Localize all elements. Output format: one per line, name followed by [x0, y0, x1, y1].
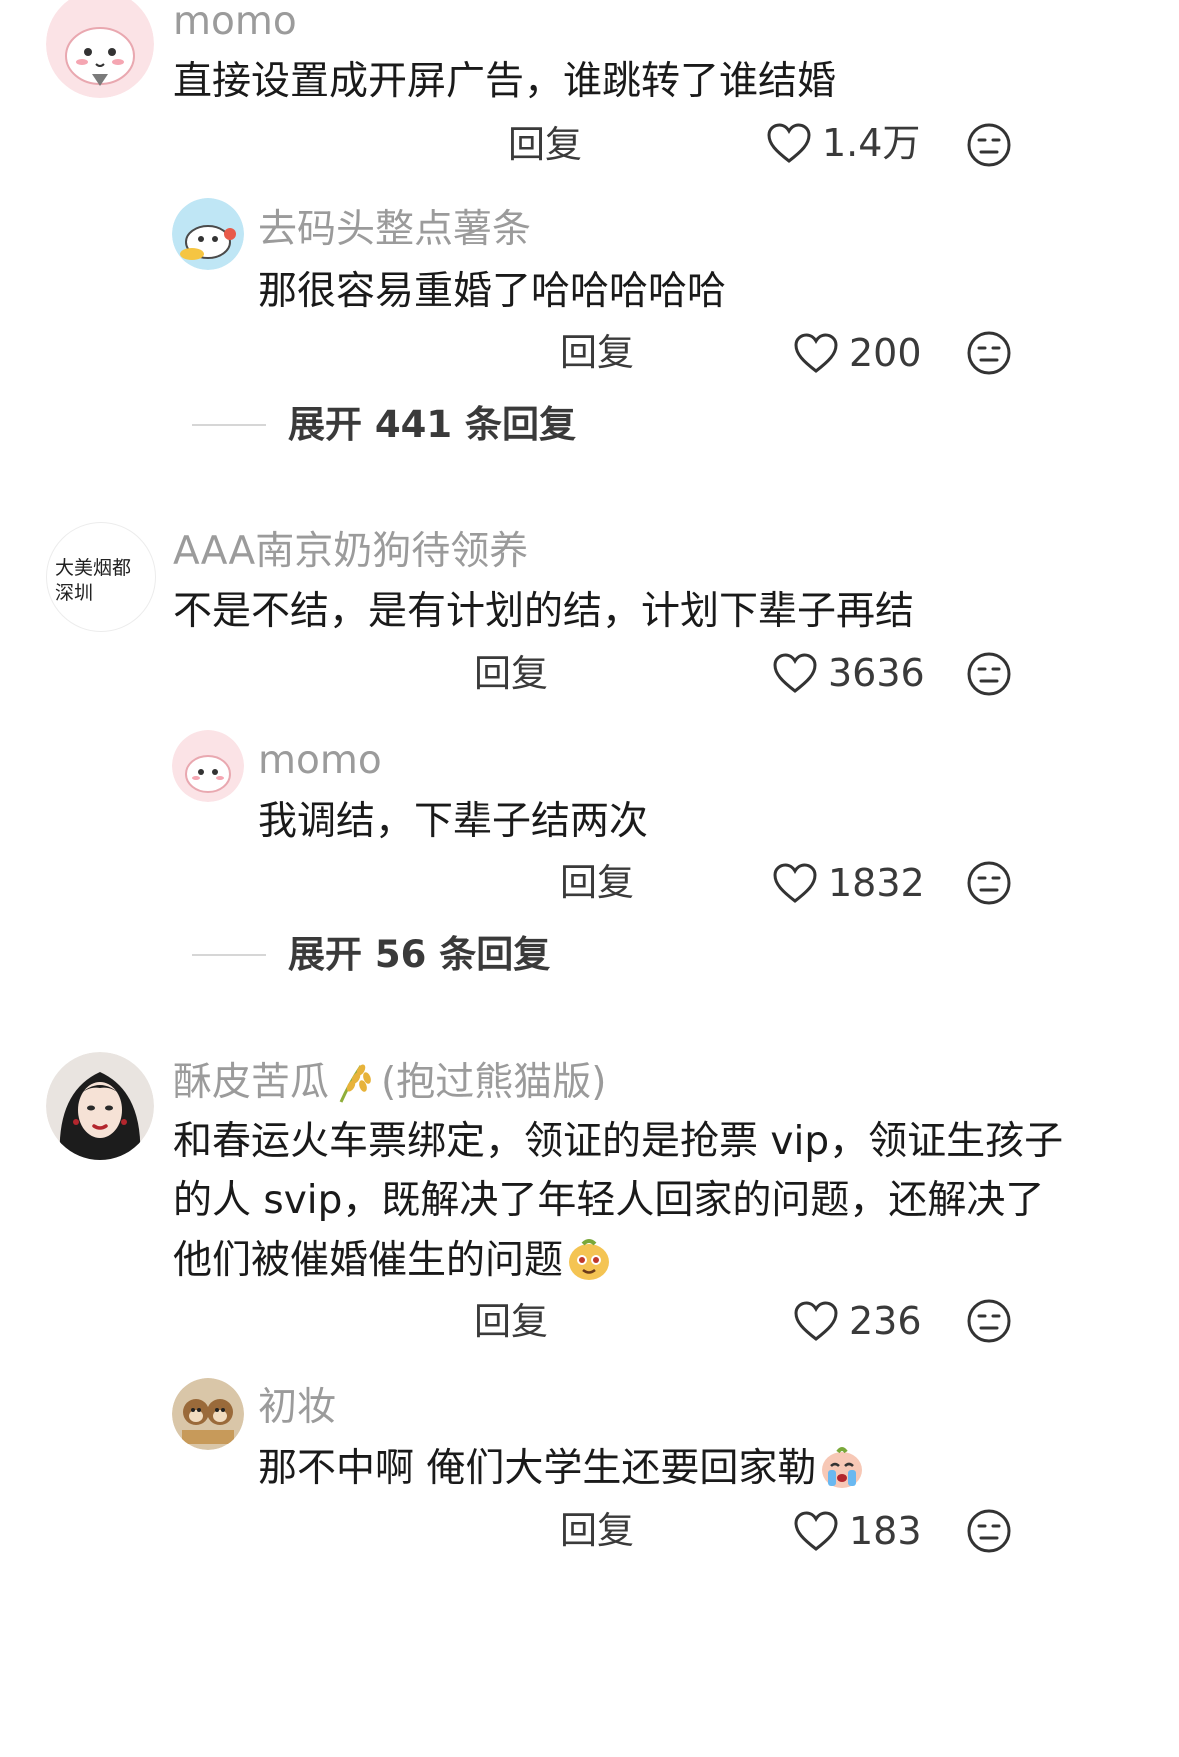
dislike-face-icon[interactable]: [966, 860, 1012, 906]
reply-button[interactable]: 回复: [560, 1512, 634, 1549]
like-button[interactable]: 1832: [772, 862, 925, 904]
avatar-text-line1: 大美烟都: [55, 557, 132, 579]
like-count: 183: [849, 1509, 922, 1553]
divider-line: [192, 953, 266, 956]
username[interactable]: 去码头整点薯条: [258, 210, 531, 249]
chipmunk-avatar-icon[interactable]: [172, 1378, 244, 1450]
like-button[interactable]: 183: [793, 1510, 922, 1552]
comment-text: 我调结，下辈子结两次: [258, 799, 649, 844]
puppy-emoji-icon: [569, 1239, 610, 1280]
username-row: 酥皮苦瓜 (抱过熊猫版): [173, 1060, 606, 1104]
username[interactable]: 初妆: [258, 1388, 336, 1427]
heart-icon: [773, 653, 817, 693]
like-count: 1832: [828, 861, 925, 905]
username[interactable]: momo: [173, 2, 297, 41]
avatar-text-line2: 深圳: [55, 582, 94, 604]
comment-text-line: 的人 svip，既解决了年轻人回家的问题，还解决了: [173, 1178, 1045, 1223]
comment-text: 那不中啊 俺们大学生还要回家勒: [258, 1445, 817, 1491]
dislike-face-icon[interactable]: [966, 1298, 1012, 1344]
comment-text-with-emoji: 那不中啊 俺们大学生还要回家勒: [258, 1444, 866, 1492]
heart-icon: [794, 333, 838, 373]
comment-text-line-with-emoji: 他们被催婚催生的问题: [173, 1236, 613, 1284]
heart-icon: [773, 863, 817, 903]
expand-replies-button[interactable]: 展开 56 条回复: [192, 936, 550, 973]
dislike-face-icon[interactable]: [966, 330, 1012, 376]
reply-button[interactable]: 回复: [560, 334, 634, 371]
comment-text-line: 他们被催婚催生的问题: [173, 1237, 564, 1283]
heart-icon: [794, 1301, 838, 1341]
comment-text: 那很容易重婚了哈哈哈哈哈: [258, 269, 727, 314]
blue-cat-avatar-icon[interactable]: [172, 198, 244, 270]
dislike-face-icon[interactable]: [966, 651, 1012, 697]
text-avatar-icon[interactable]: 大美烟都 深圳: [46, 522, 156, 632]
like-button[interactable]: 200: [793, 332, 922, 374]
wheat-icon: [339, 1064, 371, 1103]
reply-button[interactable]: 回复: [560, 864, 634, 901]
username[interactable]: momo: [258, 741, 382, 780]
dislike-face-icon[interactable]: [966, 122, 1012, 168]
like-button[interactable]: 1.4万: [766, 122, 920, 164]
expand-replies-button[interactable]: 展开 441 条回复: [192, 406, 576, 443]
crying-emoji-icon: [822, 1447, 863, 1488]
reply-button[interactable]: 回复: [474, 655, 548, 692]
heart-icon: [794, 1511, 838, 1551]
divider-line: [192, 423, 266, 426]
dislike-face-icon[interactable]: [966, 1508, 1012, 1554]
like-count: 200: [849, 331, 922, 375]
comment-text: 不是不结，是有计划的结，计划下辈子再结: [173, 589, 915, 634]
like-button[interactable]: 3636: [772, 652, 925, 694]
comment-text-line: 和春运火车票绑定，领证的是抢票 vip，领证生孩子: [173, 1119, 1064, 1164]
reply-button[interactable]: 回复: [508, 126, 582, 163]
like-button[interactable]: 236: [793, 1300, 922, 1342]
reply-button[interactable]: 回复: [474, 1303, 548, 1340]
username[interactable]: AAA南京奶狗待领养: [173, 532, 528, 571]
like-count: 1.4万: [822, 121, 921, 165]
like-count: 3636: [828, 651, 925, 695]
pink-cat-avatar-icon[interactable]: [46, 0, 154, 98]
woman-portrait-avatar-icon[interactable]: [46, 1052, 154, 1160]
pink-cat-avatar-icon[interactable]: [172, 730, 244, 802]
heart-icon: [767, 123, 811, 163]
username[interactable]: 酥皮苦瓜: [173, 1063, 329, 1102]
username-suffix: (抱过熊猫版): [381, 1059, 607, 1105]
comment-text: 直接设置成开屏广告，谁跳转了谁结婚: [173, 59, 837, 104]
like-count: 236: [849, 1299, 922, 1343]
expand-replies-label: 展开 441 条回复: [288, 403, 576, 446]
expand-replies-label: 展开 56 条回复: [288, 933, 551, 976]
